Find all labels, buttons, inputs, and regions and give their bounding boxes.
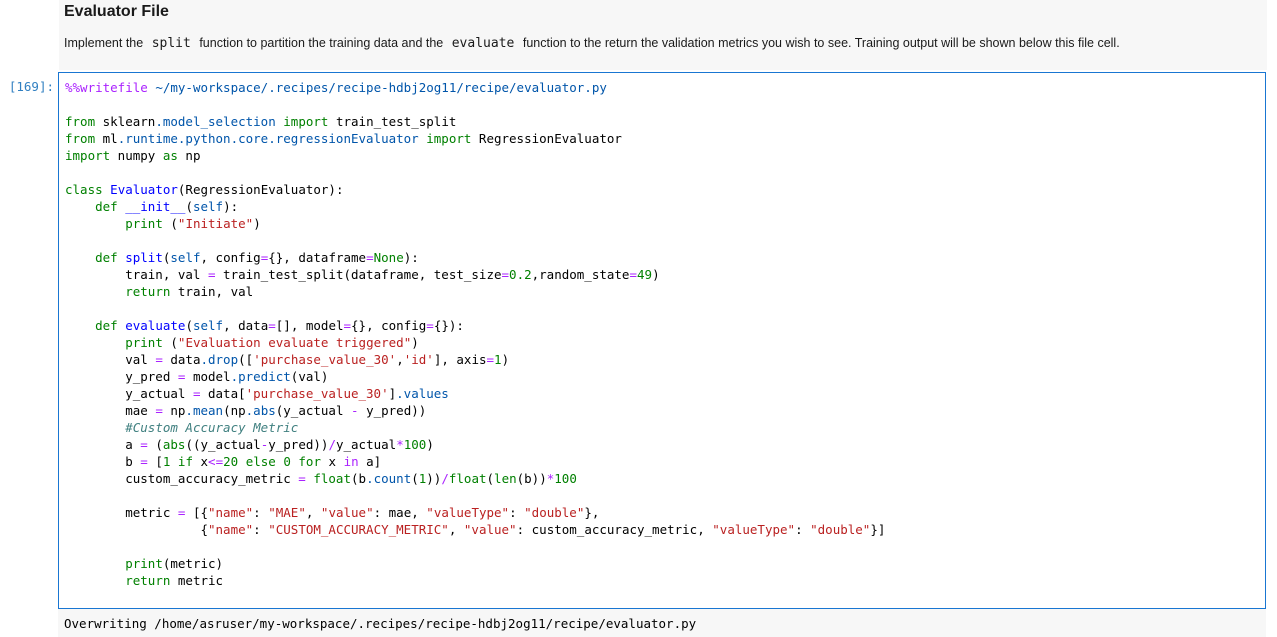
split-code: split: [151, 36, 191, 51]
section-description: Implement the split function to partitio…: [64, 36, 1120, 51]
cell-output: Overwriting /home/asruser/my-workspace/.…: [58, 609, 1266, 637]
code-cell[interactable]: %%writefile ~/my-workspace/.recipes/reci…: [58, 72, 1266, 609]
execution-count-prompt: [169]:: [8, 79, 54, 94]
markdown-cell[interactable]: Evaluator File Implement the split funct…: [59, 0, 1267, 70]
evaluate-code: evaluate: [451, 36, 515, 51]
output-text: Overwriting /home/asruser/my-workspace/.…: [64, 616, 697, 631]
code-editor[interactable]: %%writefile ~/my-workspace/.recipes/reci…: [59, 79, 1265, 608]
section-title: Evaluator File: [64, 3, 169, 20]
code-content[interactable]: %%writefile ~/my-workspace/.recipes/reci…: [59, 79, 1265, 589]
